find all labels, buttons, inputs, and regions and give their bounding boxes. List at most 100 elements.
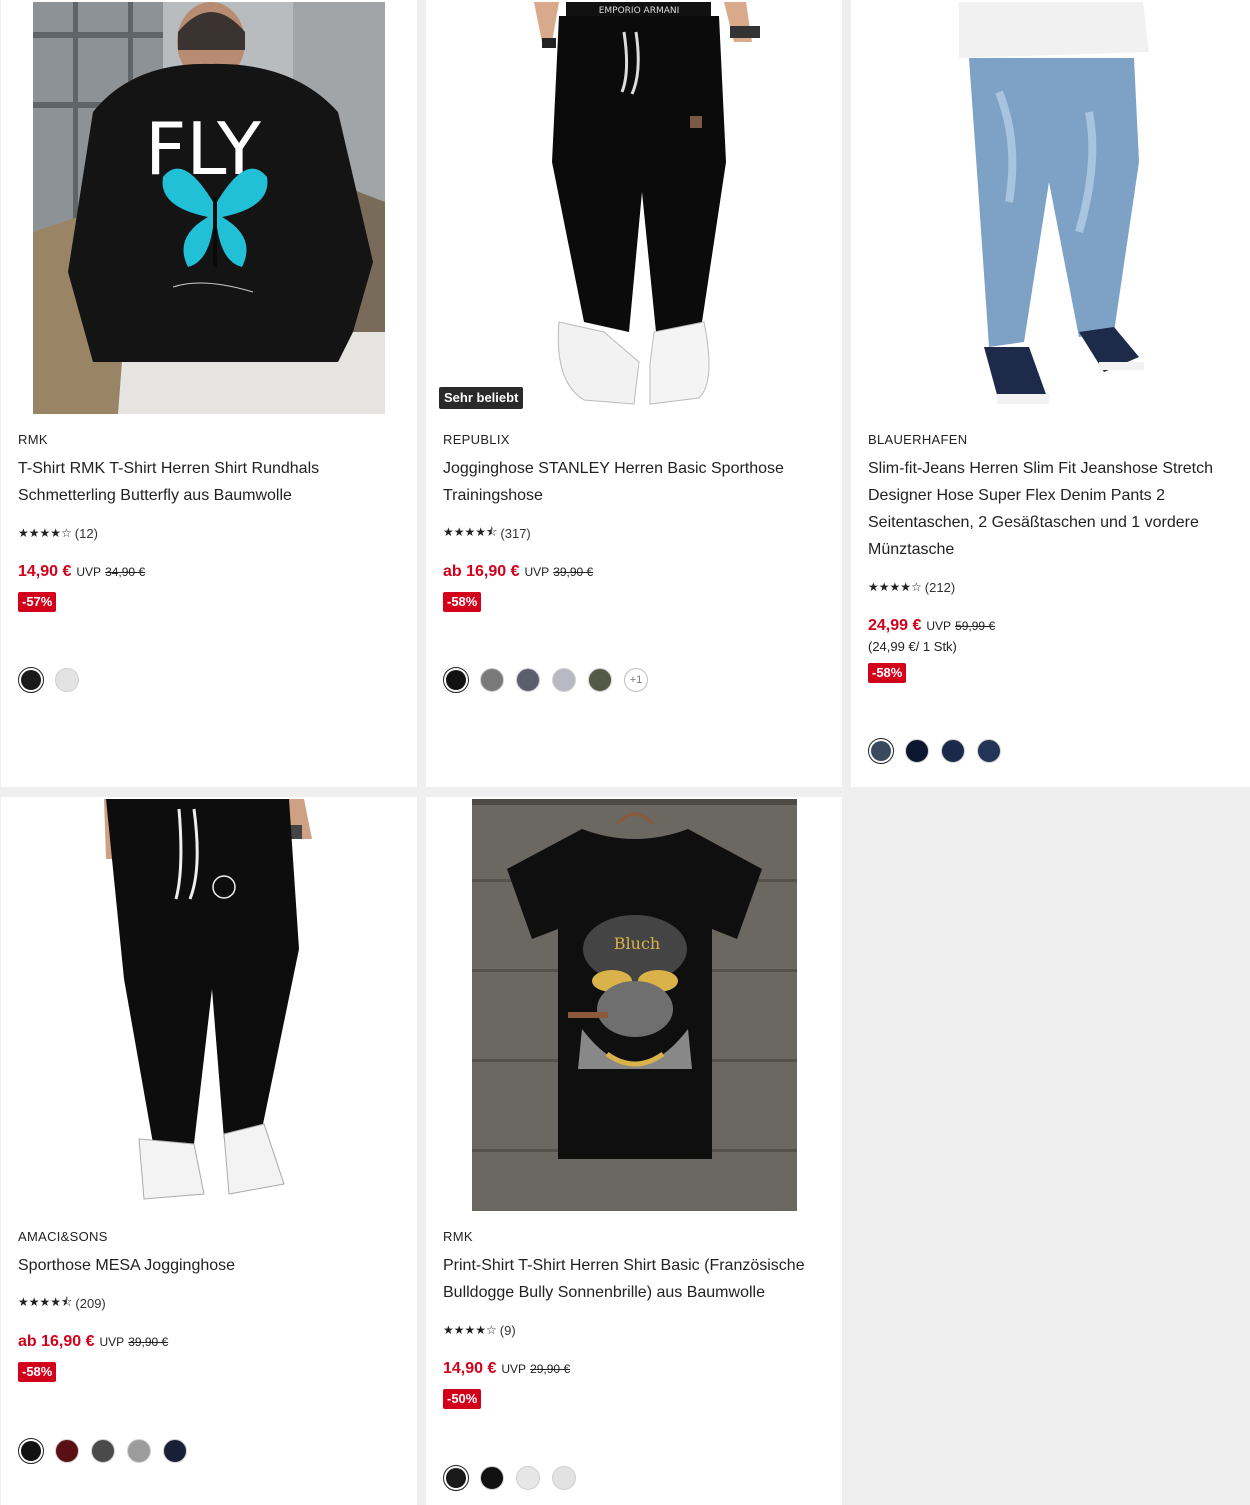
- discount-badge: -58%: [18, 1362, 57, 1382]
- product-image-area[interactable]: [1, 799, 417, 1211]
- star-rating-icon: ★★★★☆: [18, 526, 72, 540]
- product-info: AMACI&SONS Sporthose MESA Jogginghose ★★…: [18, 1229, 403, 1382]
- rating: ★★★★⯪ (209): [18, 1294, 403, 1312]
- product-card[interactable]: Bluch RMK Print-Shirt T-Shirt Herren Shi…: [426, 797, 842, 1505]
- color-swatches: [868, 738, 1002, 764]
- color-swatch[interactable]: [515, 667, 541, 693]
- product-image-area[interactable]: Bluch: [426, 799, 842, 1211]
- color-swatch[interactable]: [90, 1438, 116, 1464]
- color-swatch[interactable]: [940, 738, 966, 764]
- old-price: 59,99 €: [955, 619, 996, 633]
- color-swatch[interactable]: [479, 667, 505, 693]
- star-rating-icon: ★★★★⯪: [443, 524, 498, 539]
- product-info: BLAUERHAFEN Slim-fit-Jeans Herren Slim F…: [868, 432, 1236, 683]
- product-info: REPUBLIX Jogginghose STANLEY Herren Basi…: [443, 432, 828, 612]
- tshirt-fly-image: FLY: [33, 2, 385, 414]
- color-swatches: [18, 1438, 188, 1464]
- product-image-area[interactable]: FLY: [1, 2, 417, 414]
- popular-badge: Sehr beliebt: [439, 387, 524, 409]
- color-swatch[interactable]: [443, 667, 469, 693]
- color-swatches: +1: [443, 667, 649, 693]
- product-image[interactable]: [928, 2, 1173, 414]
- color-swatch[interactable]: [54, 1438, 80, 1464]
- product-title[interactable]: Jogginghose STANLEY Herren Basic Sportho…: [443, 455, 828, 509]
- color-swatch[interactable]: [587, 667, 613, 693]
- product-title[interactable]: Sporthose MESA Jogginghose: [18, 1252, 403, 1279]
- product-card[interactable]: FLY RMK T-Shirt RMK T-Shirt Herren Shirt…: [1, 0, 417, 787]
- product-info: RMK Print-Shirt T-Shirt Herren Shirt Bas…: [443, 1229, 828, 1409]
- price: ab 16,90 €: [443, 563, 520, 580]
- price-line: ab 16,90 € UVP 39,90 €: [443, 563, 828, 581]
- star-rating-icon: ★★★★⯪: [18, 1294, 73, 1309]
- brand-name: RMK: [18, 432, 48, 447]
- discount-badge: -57%: [18, 592, 57, 612]
- brand-name: RMK: [443, 1229, 473, 1244]
- product-image[interactable]: EMPORIO ARMANI: [434, 2, 834, 414]
- review-count: (317): [500, 525, 531, 541]
- jogginghose-image: EMPORIO ARMANI: [434, 2, 834, 414]
- product-title[interactable]: Slim-fit-Jeans Herren Slim Fit Jeanshose…: [868, 455, 1236, 563]
- price: 14,90 €: [443, 1360, 497, 1377]
- product-title[interactable]: T-Shirt RMK T-Shirt Herren Shirt Rundhal…: [18, 455, 403, 509]
- price-line: ab 16,90 € UVP 39,90 €: [18, 1333, 403, 1351]
- jeans-image: [928, 2, 1173, 414]
- svg-text:EMPORIO ARMANI: EMPORIO ARMANI: [599, 6, 680, 16]
- color-swatch[interactable]: [479, 1465, 505, 1491]
- color-swatch[interactable]: [976, 738, 1002, 764]
- uvp-label: UVP: [99, 1335, 125, 1349]
- color-swatch[interactable]: [162, 1438, 188, 1464]
- product-card[interactable]: AMACI&SONS Sporthose MESA Jogginghose ★★…: [1, 797, 417, 1505]
- uvp-label: UVP: [524, 565, 550, 579]
- review-count: (212): [924, 579, 956, 595]
- old-price: 34,90 €: [105, 565, 146, 579]
- price: 24,99 €: [868, 617, 922, 634]
- unit-price: (24,99 €/ 1 Stk): [868, 639, 957, 654]
- product-image[interactable]: Bluch: [471, 799, 797, 1211]
- product-image-area[interactable]: [851, 2, 1250, 414]
- brand-name: REPUBLIX: [443, 432, 510, 447]
- rating: ★★★★☆ (212): [868, 578, 1236, 596]
- review-count: (9): [499, 1322, 516, 1338]
- rating: ★★★★⯪ (317): [443, 524, 828, 542]
- color-swatch[interactable]: [443, 1465, 469, 1491]
- sporthose-image: [84, 799, 334, 1211]
- price: ab 16,90 €: [18, 1333, 95, 1350]
- product-card[interactable]: EMPORIO ARMANI Sehr beliebt REPUBLIX Jog…: [426, 0, 842, 787]
- uvp-label: UVP: [501, 1362, 527, 1376]
- color-swatch[interactable]: [551, 1465, 577, 1491]
- old-price: 39,90 €: [553, 565, 594, 579]
- color-swatches: [18, 667, 80, 693]
- color-swatches: [443, 1465, 577, 1491]
- color-swatch[interactable]: [18, 1438, 44, 1464]
- price: 14,90 €: [18, 563, 72, 580]
- product-image-area[interactable]: EMPORIO ARMANI Sehr beliebt: [426, 2, 842, 414]
- color-swatch[interactable]: [551, 667, 577, 693]
- product-card[interactable]: BLAUERHAFEN Slim-fit-Jeans Herren Slim F…: [851, 0, 1250, 787]
- color-swatch[interactable]: [126, 1438, 152, 1464]
- price-line: 14,90 € UVP 29,90 €: [443, 1360, 828, 1378]
- color-swatch[interactable]: [18, 667, 44, 693]
- product-info: RMK T-Shirt RMK T-Shirt Herren Shirt Run…: [18, 432, 403, 612]
- color-swatch[interactable]: [868, 738, 894, 764]
- brand-name: AMACI&SONS: [18, 1229, 108, 1244]
- old-price: 39,90 €: [128, 1335, 169, 1349]
- product-title[interactable]: Print-Shirt T-Shirt Herren Shirt Basic (…: [443, 1252, 828, 1306]
- more-colors-button[interactable]: +1: [623, 667, 649, 693]
- product-image[interactable]: [84, 799, 334, 1211]
- discount-badge: -50%: [443, 1389, 482, 1409]
- review-count: (209): [75, 1295, 106, 1311]
- price-line: 24,99 € UVP 59,99 €: [868, 617, 1236, 635]
- bulldog-tshirt-image: Bluch: [471, 799, 797, 1211]
- color-swatch[interactable]: [904, 738, 930, 764]
- old-price: 29,90 €: [530, 1362, 571, 1376]
- product-image[interactable]: FLY: [33, 2, 385, 414]
- discount-badge: -58%: [868, 663, 907, 683]
- discount-badge: -58%: [443, 592, 482, 612]
- rating: ★★★★☆ (12): [18, 524, 403, 542]
- star-rating-icon: ★★★★☆: [443, 1323, 497, 1337]
- rating: ★★★★☆ (9): [443, 1321, 828, 1339]
- brand-name: BLAUERHAFEN: [868, 432, 968, 447]
- star-rating-icon: ★★★★☆: [868, 580, 922, 594]
- color-swatch[interactable]: [54, 667, 80, 693]
- color-swatch[interactable]: [515, 1465, 541, 1491]
